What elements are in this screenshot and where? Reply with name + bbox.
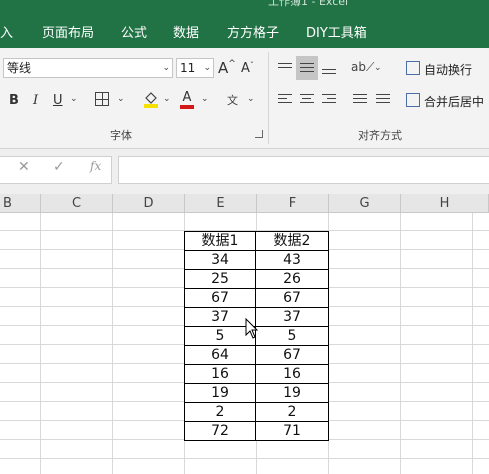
column-letter: F: [288, 196, 297, 211]
tab-fangfang[interactable]: 方方格子: [227, 22, 279, 41]
tab-formulas[interactable]: 公式: [121, 22, 147, 41]
pinyin-glyph: 文: [227, 94, 238, 107]
table-cell[interactable]: 19: [184, 384, 256, 403]
column-header-b[interactable]: B: [0, 194, 41, 213]
chevron-down-icon[interactable]: ⌄: [201, 94, 209, 104]
insert-function-icon[interactable]: fx: [90, 159, 101, 173]
chevron-down-icon[interactable]: ⌄: [163, 94, 171, 104]
table-cell[interactable]: 67: [256, 346, 329, 365]
enter-icon[interactable]: ✓: [53, 159, 65, 175]
align-group-label: 对齐方式: [358, 129, 402, 142]
font-color-bar: [180, 105, 194, 109]
cancel-icon[interactable]: ✕: [18, 159, 30, 175]
column-letter: C: [71, 196, 82, 211]
column-header-c[interactable]: C: [41, 194, 113, 213]
align-center-icon[interactable]: [300, 94, 314, 106]
font-color-button[interactable]: A: [180, 90, 194, 109]
title-bar: 工作簿1 - Excel: [0, 0, 489, 10]
chevron-down-icon[interactable]: ⌄: [70, 94, 78, 104]
table-cell[interactable]: 16: [256, 365, 329, 384]
table-header-cell[interactable]: 数据1: [184, 231, 256, 251]
column-letter: G: [359, 196, 370, 211]
table-cell[interactable]: 64: [184, 346, 256, 365]
table-cell[interactable]: 2: [184, 403, 256, 422]
font-color-glyph: A: [182, 90, 192, 105]
caret-down-icon: ˇ: [249, 61, 254, 70]
shrink-font-glyph: A: [241, 61, 250, 76]
column-letter: B: [3, 196, 12, 211]
tab-data[interactable]: 数据: [173, 22, 199, 41]
font-name-value: 等线: [7, 61, 32, 75]
paint-bucket-icon: [144, 92, 158, 108]
table-cell[interactable]: 16: [184, 365, 256, 384]
table-cell[interactable]: 25: [184, 270, 256, 289]
table-cell[interactable]: 37: [256, 308, 329, 327]
font-group-label: 字体: [110, 129, 132, 142]
formula-bar: ✕ ✓ fx: [0, 149, 489, 194]
chevron-down-icon[interactable]: ⌄: [374, 63, 382, 73]
mouse-cursor-icon: [245, 318, 259, 339]
table-cell[interactable]: 19: [256, 384, 329, 403]
column-header-f[interactable]: F: [257, 194, 329, 213]
tab-insert[interactable]: 入: [0, 22, 13, 41]
top-align-icon[interactable]: [278, 63, 292, 71]
dialog-launcher-icon[interactable]: [255, 130, 263, 138]
shrink-font-button[interactable]: Aˇ: [241, 61, 254, 76]
column-letter: H: [439, 196, 450, 211]
table-cell[interactable]: 5: [256, 327, 329, 346]
fill-color-bar: [144, 104, 158, 108]
ribbon: 等线 ⌄ 11 ⌄ A^ Aˇ B I U ⌄ ⌄ ⌄ A ⌄ 文 ⌄ 字体 a…: [0, 48, 489, 149]
merge-center-button[interactable]: 合并后居中: [424, 93, 484, 110]
table-cell[interactable]: 34: [184, 251, 256, 270]
column-letter: E: [216, 196, 225, 211]
bottom-align-icon[interactable]: [322, 69, 336, 77]
tab-diy-toolbox[interactable]: DIY工具箱: [306, 22, 367, 41]
chevron-down-icon: ⌄: [203, 63, 211, 73]
table-cell[interactable]: 43: [256, 251, 329, 270]
wrap-text-button[interactable]: 自动换行: [424, 61, 472, 78]
borders-icon[interactable]: [95, 92, 109, 106]
caret-up-icon: ^: [228, 59, 236, 69]
font-name-select[interactable]: 等线 ⌄: [3, 58, 173, 78]
italic-button[interactable]: I: [33, 93, 38, 108]
orientation-icon[interactable]: ab⟋: [351, 60, 374, 75]
decrease-indent-icon[interactable]: [353, 94, 367, 106]
column-letter: D: [143, 196, 154, 211]
table-cell[interactable]: 26: [256, 270, 329, 289]
table-cell[interactable]: 67: [256, 289, 329, 308]
middle-align-icon[interactable]: [300, 63, 314, 75]
grow-font-glyph: A: [218, 59, 229, 77]
bold-button[interactable]: B: [9, 93, 19, 108]
window-title: 工作簿1 - Excel: [268, 0, 349, 8]
column-header-e[interactable]: E: [185, 194, 257, 213]
fill-color-button[interactable]: [143, 90, 159, 112]
table-cell[interactable]: 2: [256, 403, 329, 422]
chevron-down-icon[interactable]: ⌄: [247, 94, 255, 104]
table-cell[interactable]: 71: [256, 422, 329, 441]
pinyin-button[interactable]: 文: [227, 92, 238, 108]
increase-indent-icon[interactable]: [376, 94, 390, 106]
formula-input[interactable]: [118, 156, 489, 184]
column-header-d[interactable]: D: [113, 194, 185, 213]
table-header-cell[interactable]: 数据2: [256, 231, 329, 251]
grow-font-button[interactable]: A^: [218, 59, 236, 77]
chevron-down-icon[interactable]: ⌄: [117, 94, 125, 104]
merge-center-icon: [406, 93, 420, 107]
align-left-icon[interactable]: [278, 94, 292, 106]
tab-page-layout[interactable]: 页面布局: [42, 22, 94, 41]
underline-button[interactable]: U: [53, 93, 63, 108]
ribbon-tab-bar: 入 页面布局 公式 数据 方方格子 DIY工具箱: [0, 10, 489, 48]
wrap-text-icon: [406, 61, 420, 75]
table-cell[interactable]: 67: [184, 289, 256, 308]
align-right-icon[interactable]: [322, 94, 336, 106]
table-cell[interactable]: 72: [184, 422, 256, 441]
chevron-down-icon: ⌄: [162, 63, 170, 73]
font-size-value: 11: [180, 61, 196, 75]
font-size-select[interactable]: 11 ⌄: [176, 58, 214, 78]
column-header-h[interactable]: H: [401, 194, 489, 213]
column-header-g[interactable]: G: [329, 194, 401, 213]
